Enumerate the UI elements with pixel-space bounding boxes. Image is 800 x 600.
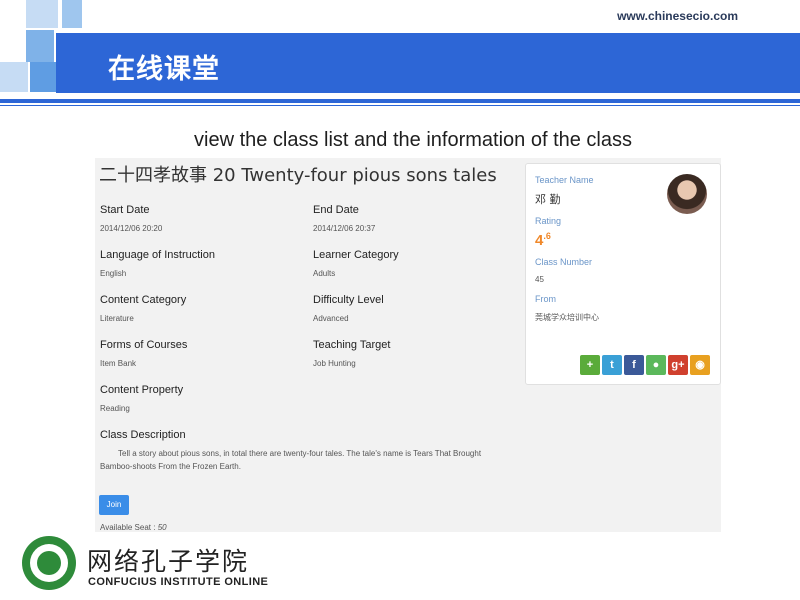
divider — [0, 99, 800, 103]
class-info-screenshot: 二十四孝故事 20 Twenty-four pious sons tales S… — [95, 158, 721, 532]
tencent-weibo-icon[interactable]: t — [602, 355, 622, 375]
field-start-date: Start Date 2014/12/06 20:20 — [100, 204, 162, 233]
field-end-date: End Date 2014/12/06 20:37 — [313, 204, 375, 233]
divider — [0, 105, 800, 106]
rating-frac: .6 — [543, 231, 551, 241]
google-plus-icon[interactable]: g+ — [668, 355, 688, 375]
slide-subtitle: view the class list and the information … — [194, 129, 632, 151]
logo-chinese-text: 网络孔子学院 — [87, 547, 250, 576]
from-label: From — [535, 294, 556, 304]
available-seat: Available Seat : 50 — [100, 523, 167, 532]
field-value: Job Hunting — [313, 359, 356, 368]
field-value: Reading — [100, 404, 130, 413]
field-value: 2014/12/06 20:20 — [100, 224, 163, 233]
field-learner-category: Learner Category Adults — [313, 249, 399, 278]
field-label: Difficulty Level — [313, 294, 384, 306]
available-seat-value: 50 — [157, 523, 167, 532]
available-seat-label: Available Seat : — [100, 523, 156, 532]
field-value: 2014/12/06 20:37 — [313, 224, 376, 233]
field-content-property: Content Property Reading — [100, 384, 183, 413]
from-value: 莞城学众培训中心 — [535, 313, 599, 322]
field-label: Content Category — [100, 294, 187, 306]
field-label: End Date — [313, 204, 359, 216]
field-value: Adults — [313, 269, 336, 278]
teacher-name-label: Teacher Name — [535, 175, 594, 185]
cio-logo-icon — [22, 536, 76, 590]
decor-square — [26, 30, 54, 62]
description-text: Tell a story about pious sons, in total … — [100, 449, 482, 471]
description-label: Class Description — [100, 429, 186, 441]
facebook-icon[interactable]: f — [624, 355, 644, 375]
field-forms-of-courses: Forms of Courses Item Bank — [100, 339, 187, 368]
field-label: Learner Category — [313, 249, 399, 261]
field-label: Forms of Courses — [100, 339, 188, 351]
teacher-avatar[interactable] — [667, 174, 707, 214]
teacher-card: Teacher Name 邓 勤 Rating 4.6 Class Number… — [525, 163, 721, 385]
cio-logo-core — [37, 551, 61, 575]
wechat-icon[interactable]: ● — [646, 355, 666, 375]
field-value: Advanced — [313, 314, 349, 323]
field-label: Language of Instruction — [100, 249, 215, 261]
course-title: 二十四孝故事 20 Twenty-four pious sons tales — [99, 165, 497, 186]
field-content-category: Content Category Literature — [100, 294, 186, 323]
teacher-name: 邓 勤 — [535, 193, 561, 206]
logo-english-text: CONFUCIUS INSTITUTE ONLINE — [88, 576, 269, 588]
decor-square — [26, 0, 58, 28]
rating-label: Rating — [535, 216, 562, 226]
class-number-value: 45 — [535, 275, 544, 284]
field-value: Item Bank — [100, 359, 137, 368]
field-label: Start Date — [100, 204, 150, 216]
page-title: 在线课堂 — [108, 54, 220, 85]
sina-weibo-icon[interactable]: ◉ — [690, 355, 710, 375]
class-number-label: Class Number — [535, 257, 593, 267]
field-difficulty-level: Difficulty Level Advanced — [313, 294, 384, 323]
join-button[interactable]: Join — [99, 495, 129, 515]
plus-share-icon[interactable]: + — [580, 355, 600, 375]
field-language: Language of Instruction English — [100, 249, 215, 278]
rating-value: 4.6 — [535, 231, 551, 249]
field-label: Teaching Target — [313, 339, 391, 351]
site-url: www.chinesecio.com — [617, 9, 738, 23]
field-value: English — [100, 269, 127, 278]
title-bar: 在线课堂 — [56, 33, 800, 93]
field-teaching-target: Teaching Target Job Hunting — [313, 339, 390, 368]
decor-square — [0, 62, 28, 92]
field-value: Literature — [100, 314, 134, 323]
decor-square — [62, 0, 82, 28]
field-label: Content Property — [100, 384, 184, 396]
decor-square — [30, 62, 56, 92]
